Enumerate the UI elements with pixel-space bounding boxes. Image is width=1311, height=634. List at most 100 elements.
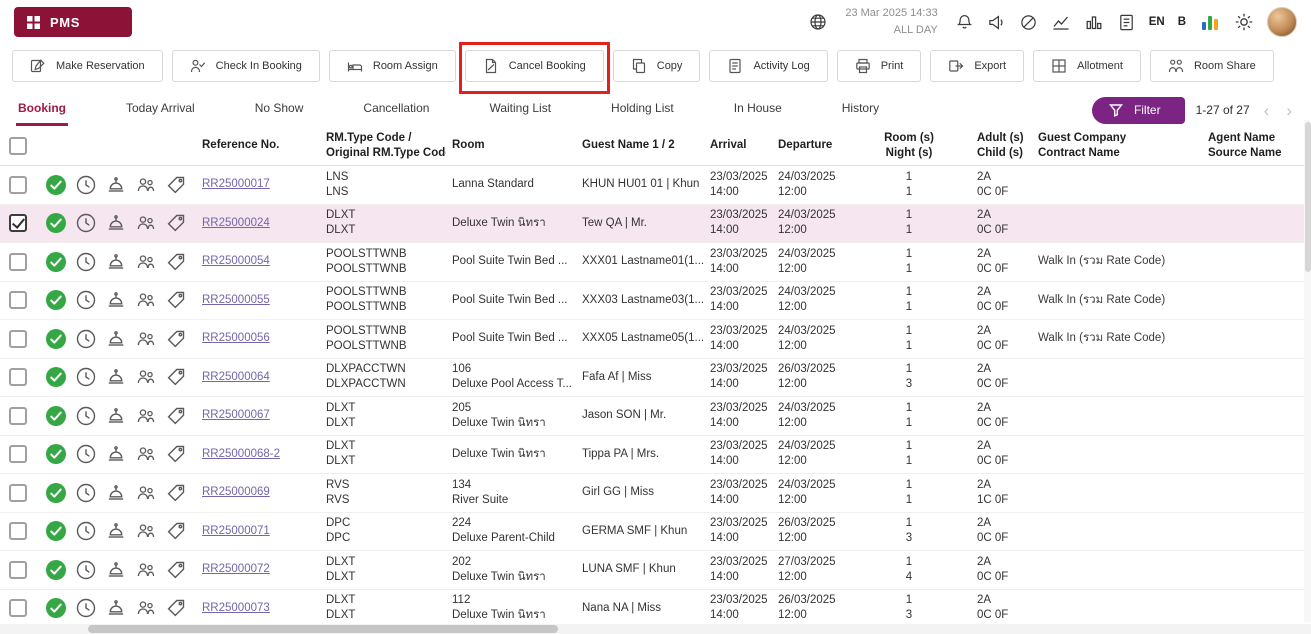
table-row[interactable]: RR25000055 POOLSTTWNBPOOLSTTWNB Pool Sui… [0,282,1311,321]
group-icon[interactable] [135,289,157,311]
row-checkbox[interactable] [9,253,27,271]
service-bell-icon[interactable] [105,597,127,619]
service-bell-icon[interactable] [105,328,127,350]
reference-link[interactable]: RR25000017 [202,178,270,190]
table-row[interactable]: RR25000056 POOLSTTWNBPOOLSTTWNB Pool Sui… [0,320,1311,359]
group-icon[interactable] [135,482,157,504]
table-row[interactable]: RR25000054 POOLSTTWNBPOOLSTTWNB Pool Sui… [0,243,1311,282]
time-status-icon[interactable] [75,520,97,542]
apps-color-icon[interactable] [1199,12,1221,32]
next-page-button[interactable]: › [1283,102,1295,119]
user-avatar[interactable] [1267,7,1297,37]
report-icon[interactable] [1117,13,1136,32]
b-badge[interactable]: B [1178,16,1186,28]
cancel-booking-button[interactable]: Cancel Booking [465,50,604,82]
time-status-icon[interactable] [75,482,97,504]
select-all-checkbox[interactable] [9,137,27,155]
tab-no-show[interactable]: No Show [253,94,306,126]
service-bell-icon[interactable] [105,443,127,465]
prev-page-button[interactable]: ‹ [1261,102,1273,119]
row-checkbox[interactable] [9,176,27,194]
vertical-scrollbar-thumb[interactable] [1305,122,1311,272]
table-row[interactable]: RR25000024 DLXTDLXT Deluxe Twin นิทรา Te… [0,205,1311,244]
table-row[interactable]: RR25000072 DLXTDLXT 202Deluxe Twin นิทรา… [0,551,1311,590]
table-row[interactable]: RR25000069 RVSRVS 134River Suite Girl GG… [0,474,1311,513]
time-status-icon[interactable] [75,366,97,388]
service-bell-icon[interactable] [105,251,127,273]
table-row[interactable]: RR25000017 LNSLNS Lanna Standard KHUN HU… [0,166,1311,205]
time-status-icon[interactable] [75,597,97,619]
rate-tag-icon[interactable] [165,443,187,465]
time-status-icon[interactable] [75,559,97,581]
service-bell-icon[interactable] [105,289,127,311]
notifications-bell-icon[interactable] [955,13,974,32]
rate-tag-icon[interactable] [165,482,187,504]
announcement-icon[interactable] [987,13,1006,32]
reference-link[interactable]: RR25000067 [202,409,270,421]
rate-tag-icon[interactable] [165,251,187,273]
confirmed-status-icon[interactable] [45,212,67,234]
time-status-icon[interactable] [75,405,97,427]
settings-gear-icon[interactable] [1234,12,1254,32]
line-chart-icon[interactable] [1051,12,1071,32]
group-icon[interactable] [135,443,157,465]
globe-network-icon[interactable] [808,12,828,32]
horizontal-scrollbar-thumb[interactable] [88,625,558,633]
language-selector[interactable]: EN [1149,16,1165,28]
blocked-icon[interactable] [1019,13,1038,32]
tab-today-arrival[interactable]: Today Arrival [124,94,197,126]
confirmed-status-icon[interactable] [45,405,67,427]
tab-history[interactable]: History [840,94,881,126]
group-icon[interactable] [135,251,157,273]
tab-holding-list[interactable]: Holding List [609,94,676,126]
time-status-icon[interactable] [75,328,97,350]
rate-tag-icon[interactable] [165,405,187,427]
row-checkbox[interactable] [9,214,27,232]
check-in-booking-button[interactable]: Check In Booking [172,50,320,82]
row-checkbox[interactable] [9,599,27,617]
row-checkbox[interactable] [9,291,27,309]
reference-link[interactable]: RR25000024 [202,217,270,229]
group-icon[interactable] [135,212,157,234]
rate-tag-icon[interactable] [165,174,187,196]
day-mode-label[interactable]: ALL DAY [845,22,937,39]
service-bell-icon[interactable] [105,174,127,196]
confirmed-status-icon[interactable] [45,443,67,465]
reference-link[interactable]: RR25000055 [202,294,270,306]
rate-tag-icon[interactable] [165,366,187,388]
reference-link[interactable]: RR25000054 [202,255,270,267]
reference-link[interactable]: RR25000069 [202,486,270,498]
row-checkbox[interactable] [9,522,27,540]
time-status-icon[interactable] [75,289,97,311]
group-icon[interactable] [135,597,157,619]
reference-link[interactable]: RR25000056 [202,332,270,344]
rate-tag-icon[interactable] [165,559,187,581]
make-reservation-button[interactable]: Make Reservation [12,50,163,82]
row-checkbox[interactable] [9,484,27,502]
reference-link[interactable]: RR25000072 [202,563,270,575]
service-bell-icon[interactable] [105,482,127,504]
confirmed-status-icon[interactable] [45,366,67,388]
service-bell-icon[interactable] [105,212,127,234]
rate-tag-icon[interactable] [165,597,187,619]
pms-logo[interactable]: PMS [14,7,132,37]
confirmed-status-icon[interactable] [45,174,67,196]
rate-tag-icon[interactable] [165,328,187,350]
reference-link[interactable]: RR25000064 [202,371,270,383]
confirmed-status-icon[interactable] [45,328,67,350]
confirmed-status-icon[interactable] [45,251,67,273]
print-button[interactable]: Print [837,50,922,82]
group-icon[interactable] [135,174,157,196]
reference-link[interactable]: RR25000068-2 [202,448,280,460]
tab-waiting-list[interactable]: Waiting List [487,94,553,126]
confirmed-status-icon[interactable] [45,520,67,542]
group-icon[interactable] [135,520,157,542]
time-status-icon[interactable] [75,212,97,234]
confirmed-status-icon[interactable] [45,482,67,504]
service-bell-icon[interactable] [105,405,127,427]
tab-booking[interactable]: Booking [16,94,68,126]
export-button[interactable]: Export [930,50,1024,82]
confirmed-status-icon[interactable] [45,559,67,581]
group-icon[interactable] [135,366,157,388]
row-checkbox[interactable] [9,445,27,463]
